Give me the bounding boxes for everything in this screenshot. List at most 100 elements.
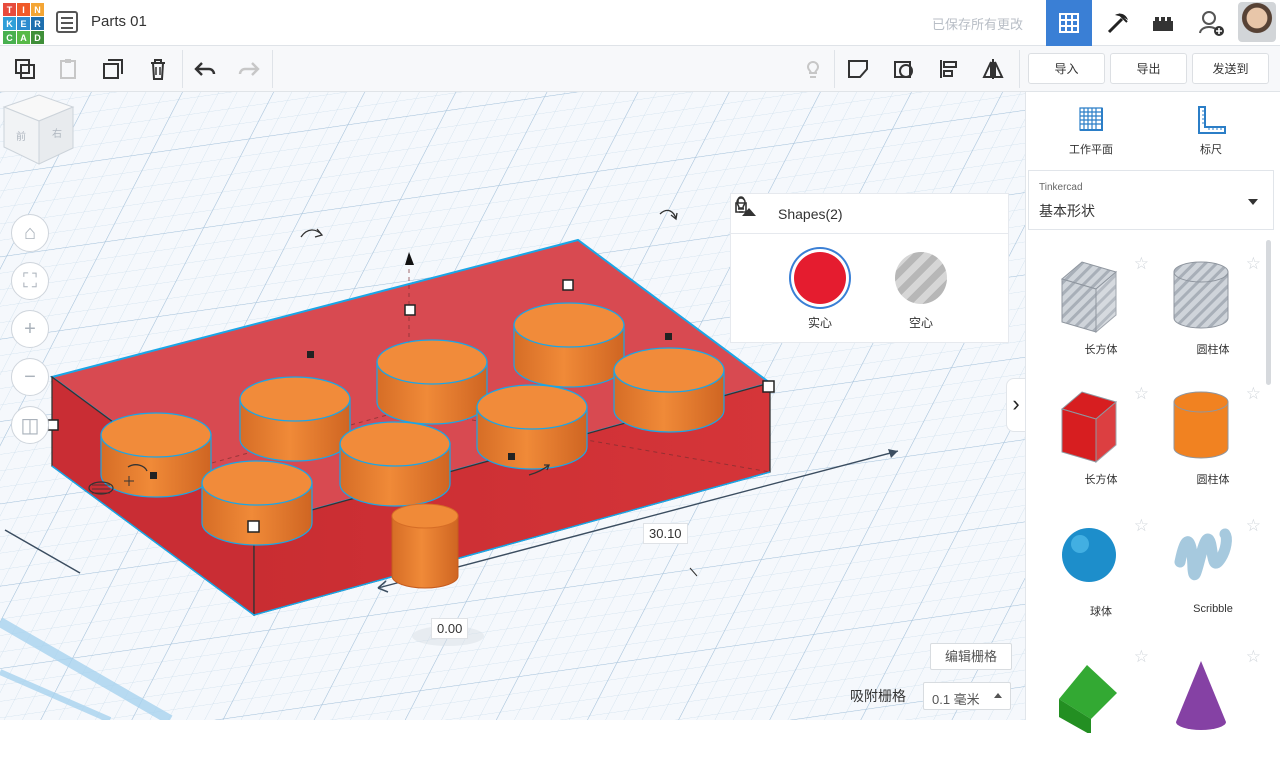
align-icon (940, 60, 957, 78)
logo-letter: C (3, 31, 16, 44)
tinkercad-logo[interactable]: TIN KER CAD (3, 3, 44, 44)
stud-cylinder[interactable] (513, 302, 625, 388)
align-button[interactable] (936, 56, 962, 82)
favorite-star-icon[interactable]: ☆ (1134, 516, 1149, 536)
shape-card-roof[interactable]: ☆ (1044, 647, 1158, 765)
shape-label: 长方体 (1084, 344, 1118, 356)
favorite-star-icon[interactable]: ☆ (1246, 384, 1261, 404)
workplane-tool[interactable]: 工作平面 (1031, 102, 1151, 162)
stud-cylinder[interactable] (100, 412, 212, 498)
duplicate-button[interactable] (100, 56, 126, 82)
favorite-star-icon[interactable]: ☆ (1246, 516, 1261, 536)
favorite-star-icon[interactable]: ☆ (1246, 254, 1261, 274)
undo-button[interactable] (192, 56, 218, 82)
ungroup-button[interactable] (891, 56, 917, 82)
group-button[interactable] (845, 56, 871, 82)
zoom-out-button[interactable]: − (11, 358, 49, 396)
edit-grid-button[interactable]: 编辑栅格 (930, 643, 1012, 670)
undo-icon (194, 62, 216, 76)
small-cylinder[interactable] (391, 503, 459, 589)
light-button[interactable] (800, 56, 826, 82)
codeblocks-tab[interactable] (1094, 0, 1140, 46)
shape-card-cylinder[interactable]: 圆柱体 ☆ (1156, 384, 1270, 502)
library-name: 基本形状 (1039, 203, 1095, 219)
import-button[interactable]: 导入 (1028, 53, 1105, 84)
copy-icon (15, 59, 35, 79)
shape-preview-icon (1173, 391, 1229, 459)
mirror-button[interactable] (980, 56, 1006, 82)
logo-letter: R (31, 17, 44, 30)
redo-button[interactable] (236, 56, 262, 82)
shape-preview-icon (1173, 261, 1229, 329)
favorite-star-icon[interactable]: ☆ (1246, 647, 1261, 667)
shape-label: 圆柱体 (1196, 474, 1230, 486)
shape-card-sphere[interactable]: 球体 ☆ (1044, 516, 1158, 634)
workplane-label: 工作平面 (1069, 144, 1113, 156)
perspective-button[interactable]: ◫ (11, 406, 49, 444)
panel-toggle-icon[interactable]: › (1006, 378, 1025, 432)
favorite-star-icon[interactable]: ☆ (1134, 384, 1149, 404)
logo-letter: K (3, 17, 16, 30)
ruler-tool[interactable]: 标尺 (1151, 102, 1271, 162)
shape-card-box[interactable]: 长方体 ☆ (1044, 384, 1158, 502)
hole-label: 空心 (908, 316, 933, 330)
shape-preview-icon (1059, 665, 1117, 735)
snap-grid-select[interactable]: 0.1 毫米 (923, 682, 1011, 710)
fit-view-button[interactable]: ⛶ (11, 262, 49, 300)
export-button[interactable]: 导出 (1110, 53, 1187, 84)
fit-icon: ⛶ (23, 269, 37, 292)
workplane-viewport[interactable]: 前 右 ⌂ ⛶ + − ◫ Shapes(2) 实心 空心 30.10 0.00… (0, 92, 1025, 720)
solid-color-button[interactable] (794, 252, 846, 304)
perspective-icon: ◫ (20, 414, 40, 437)
shape-card-box-hole[interactable]: 长方体 ☆ (1044, 254, 1158, 372)
paste-button[interactable] (55, 56, 81, 82)
mirror-icon (982, 59, 1004, 79)
hole-button[interactable] (895, 252, 947, 304)
delete-button[interactable] (145, 56, 171, 82)
bulb-icon[interactable] (731, 194, 751, 214)
zoom-in-button[interactable]: + (11, 310, 49, 348)
send-to-button[interactable]: 发送到 (1192, 53, 1269, 84)
add-user-icon (1199, 11, 1224, 36)
bulb-icon (806, 61, 820, 78)
stud-cylinder[interactable] (476, 384, 588, 470)
top-bar: TIN KER CAD Parts 01 已保存所有更改 (0, 0, 1280, 46)
shape-card-cylinder-hole[interactable]: 圆柱体 ☆ (1156, 254, 1270, 372)
workplane-icon (1079, 107, 1103, 131)
shape-preview-icon (1060, 261, 1118, 334)
bricks-tab[interactable] (1140, 0, 1186, 46)
grid-view-tab[interactable] (1046, 0, 1092, 46)
stud-cylinder[interactable] (339, 421, 451, 507)
library-source: Tinkercad (1039, 182, 1083, 193)
shape-card-cone[interactable]: ☆ (1156, 647, 1270, 765)
stud-cylinder[interactable] (239, 376, 351, 462)
zoom-out-icon: − (24, 365, 36, 388)
shape-inspector: Shapes(2) 实心 空心 (730, 193, 1009, 343)
brick-icon (1153, 17, 1173, 31)
copy-button[interactable] (12, 56, 38, 82)
favorite-star-icon[interactable]: ☆ (1134, 254, 1149, 274)
home-view-button[interactable]: ⌂ (11, 214, 49, 252)
share-user-tab[interactable] (1188, 0, 1234, 46)
logo-letter: E (17, 17, 30, 30)
project-title[interactable]: Parts 01 (91, 13, 147, 30)
shape-preview-icon (1176, 661, 1226, 730)
logo-letter: A (17, 31, 30, 44)
shape-label: Scribble (1193, 603, 1233, 615)
zoom-in-icon: + (24, 317, 36, 340)
3d-scene[interactable] (0, 92, 1025, 720)
stud-cylinder[interactable] (376, 339, 488, 425)
view-cube[interactable]: 前 右 (0, 92, 76, 167)
height-dimension-input[interactable]: 0.00 (431, 618, 469, 639)
delete-icon (151, 59, 165, 80)
shape-library-select[interactable]: Tinkercad 基本形状 (1028, 170, 1274, 230)
shape-card-scribble[interactable]: Scribble ☆ (1156, 516, 1270, 634)
menu-icon[interactable] (56, 11, 78, 33)
user-avatar[interactable] (1238, 2, 1276, 42)
favorite-star-icon[interactable]: ☆ (1134, 647, 1149, 667)
home-icon: ⌂ (23, 221, 37, 244)
caret-up-icon (994, 693, 1002, 698)
view-cube-right-face: 右 (52, 127, 62, 140)
stud-cylinder[interactable] (613, 347, 725, 433)
width-dimension-input[interactable]: 30.10 (643, 523, 688, 544)
